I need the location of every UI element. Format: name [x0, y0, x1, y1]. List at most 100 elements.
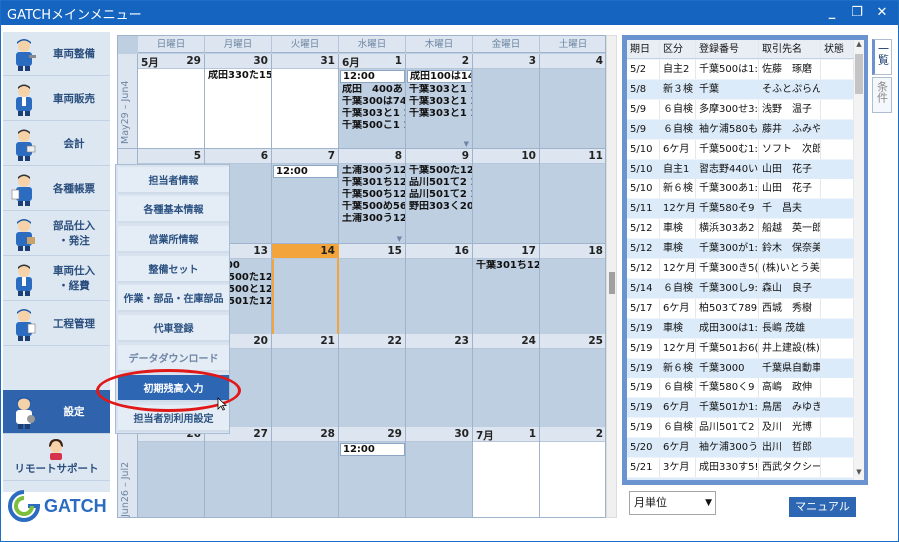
calendar-event[interactable]: 成田330た15 — [206, 70, 271, 82]
table-row[interactable]: 5/19 12ケ月 千葉501お6(井上建設(株) — [627, 338, 854, 358]
table-row[interactable]: 5/12 車検 千葉300が1: 鈴木 保奈美 — [627, 239, 854, 259]
sidebar-item-vehicle-maintenance[interactable]: 車両整備 — [3, 32, 110, 76]
calendar-day[interactable]: 3 — [473, 54, 540, 149]
table-row[interactable]: 5/9 ６自検 袖ケ浦580も 藤井 ふみや — [627, 119, 854, 139]
menu-item-work-parts-stock[interactable]: 作業・部品・在庫部品 — [118, 285, 229, 312]
calendar-day[interactable]: 7月 1 — [473, 427, 540, 517]
table-row[interactable]: 5/2 自主2 千葉500は1: 佐藤 琢磨 — [627, 60, 854, 79]
table-row[interactable]: 5/10 自主1 習志野440い 山田 花子 — [627, 159, 854, 179]
table-row[interactable]: 5/19 6ケ月 千葉501か1: 鳥居 みゆき — [627, 398, 854, 418]
calendar-event[interactable]: 千葉303と1 1 — [407, 96, 472, 108]
calendar-day[interactable]: 16 — [406, 244, 473, 339]
calendar-day[interactable]: 8 土浦300う12 千葉301ち12 千葉500ち12 千葉500め56 土浦300う… — [339, 149, 406, 244]
calendar-day[interactable]: 25 — [540, 334, 605, 429]
calendar-day[interactable]: 22 — [339, 334, 406, 429]
calendar-event[interactable]: 品川501て2 1 — [407, 189, 472, 201]
calendar-event[interactable]: 12:00 — [273, 165, 338, 178]
table-row[interactable]: 5/19 新６検 千葉3000 千葉県自動車 — [627, 358, 854, 378]
table-row[interactable]: 5/19 ６自検 品川501て2 及川 光博 — [627, 418, 854, 438]
calendar-event[interactable]: 野田303く20 — [407, 201, 472, 213]
sidebar-item-vehicle-sales[interactable]: 車両販売 — [3, 77, 110, 121]
calendar-day[interactable]: 2 成田100は14 千葉303と1 1 千葉303と1 1 千葉303と1 1 ▼ — [406, 54, 473, 149]
calendar-event[interactable]: 12:00 — [340, 443, 405, 456]
calendar-day[interactable]: 17 千葉301ち12 — [473, 244, 540, 339]
calendar-event[interactable]: 土浦300う12 — [340, 165, 405, 177]
calendar-day[interactable]: 9 千葉500た12 品川501て2 1 品川501て2 1 野田303く20 — [406, 149, 473, 244]
calendar-day[interactable]: 11 — [540, 149, 605, 244]
calendar-day[interactable]: 28 — [272, 427, 339, 517]
scroll-down-icon[interactable]: ▼ — [854, 468, 864, 480]
calendar-event[interactable]: 千葉303と1 1 — [340, 108, 405, 120]
calendar-scrollbar[interactable] — [606, 35, 617, 518]
calendar-event[interactable]: 品川501て2 1 — [407, 177, 472, 189]
sidebar-item-process[interactable]: 工程管理 — [3, 302, 110, 346]
calendar-event[interactable]: 千葉500ち12 — [340, 189, 405, 201]
close-button[interactable]: ✕ — [871, 3, 893, 23]
table-scrollbar[interactable]: ▲ ▼ — [854, 40, 864, 480]
column-header[interactable]: 登録番号 — [696, 40, 759, 58]
calendar-day[interactable]: 15 — [339, 244, 406, 339]
sidebar-item-remote-support[interactable]: リモートサポート — [3, 435, 110, 481]
column-header[interactable]: 期日 — [627, 40, 660, 58]
calendar-day[interactable]: 10 — [473, 149, 540, 244]
calendar-event[interactable]: 成田 400あ 4 — [340, 84, 405, 96]
calendar-event[interactable]: 12:00 — [340, 70, 405, 83]
calendar-event[interactable]: 千葉301ち12 — [474, 260, 539, 272]
sidebar-item-parts-order[interactable]: 部品仕入 ・発注 — [3, 212, 110, 256]
calendar-day-today[interactable]: 14 — [272, 244, 339, 339]
calendar-day[interactable]: 29 12:00 — [339, 427, 406, 517]
menu-item-loaner-car[interactable]: 代車登録 — [118, 315, 229, 342]
more-events-icon[interactable]: ▼ — [464, 140, 469, 148]
calendar-event[interactable]: 千葉303と1 1 — [407, 108, 472, 120]
table-row[interactable]: 5/213ケ月成田330い8(西武タクシー — [627, 477, 854, 480]
sidebar-item-ledgers[interactable]: 各種帳票 — [3, 167, 110, 211]
menu-item-basic-info[interactable]: 各種基本情報 — [118, 196, 229, 223]
table-row[interactable]: 5/14 ６自検 千葉300し9: 森山 良子 — [627, 278, 854, 298]
calendar-day[interactable]: 18 — [540, 244, 605, 339]
menu-item-data-download[interactable]: データダウンロード — [118, 345, 229, 372]
calendar-event[interactable]: 千葉303と1 1 — [407, 84, 472, 96]
scrollbar-thumb[interactable] — [609, 272, 615, 294]
calendar-event[interactable]: 成田100は14 — [407, 70, 472, 83]
calendar-day[interactable]: 2 — [540, 427, 605, 517]
column-header[interactable]: 取引先名 — [759, 40, 821, 58]
tab-list[interactable]: 一覧 — [872, 39, 892, 75]
more-events-icon[interactable]: ▼ — [397, 235, 402, 243]
menu-item-staff-info[interactable]: 担当者情報 — [118, 167, 229, 194]
calendar-day[interactable]: 30 成田330た15 — [205, 54, 272, 149]
sidebar-item-settings[interactable]: 設定 — [3, 390, 110, 434]
scrollbar-thumb[interactable] — [855, 54, 863, 94]
tab-condition[interactable]: 条件 — [872, 77, 892, 113]
calendar-event[interactable]: 千葉500た12 — [407, 165, 472, 177]
maximize-button[interactable]: ❐ — [846, 3, 868, 23]
calendar-event[interactable]: 千葉500め56 — [340, 201, 405, 213]
minimize-button[interactable]: _ — [821, 3, 843, 23]
table-row[interactable]: 5/8 新３検 千葉 そふとぷらん — [627, 79, 854, 99]
table-row[interactable]: 5/19 ６自検 千葉580く9 高嶋 政伸 — [627, 378, 854, 398]
table-row[interactable]: 5/12 12ケ月 千葉300き5((株)いとう美 — [627, 259, 854, 278]
table-row[interactable]: 5/9 ６自検 多摩300せ3: 浅野 温子 — [627, 99, 854, 119]
calendar-day[interactable]: 31 — [272, 54, 339, 149]
table-row[interactable]: 5/10 6ケ月 千葉500む1: ソフト 次郎 — [627, 139, 854, 159]
view-unit-select[interactable]: 月単位 ▼ — [629, 491, 716, 515]
calendar-day[interactable]: 21 — [272, 334, 339, 429]
calendar-day[interactable]: 6月1 12:00成田 400あ 4千葉300は74千葉303と1 1千葉500… — [339, 54, 406, 149]
calendar-day[interactable]: 23 — [406, 334, 473, 429]
table-row[interactable]: 5/21 3ケ月 成田330す5! 西武タクシー — [627, 458, 854, 477]
calendar-event[interactable]: 千葉300は74 — [340, 96, 405, 108]
menu-item-office-info[interactable]: 営業所情報 — [118, 226, 229, 253]
table-row[interactable]: 5/10 新６検 千葉300あ1: 山田 花子 — [627, 179, 854, 199]
manual-button[interactable]: マニュアル — [789, 497, 856, 517]
table-row[interactable]: 5/11 12ケ月 千葉580そ9 千 昌夫 — [627, 199, 854, 219]
column-header[interactable]: 状態 — [821, 40, 854, 58]
table-row[interactable]: 5/19 車検 成田300は1: 長嶋 茂雄 — [627, 318, 854, 338]
calendar-day[interactable]: 27 — [205, 427, 272, 517]
calendar-day[interactable]: 7 12:00 — [272, 149, 339, 244]
calendar-event[interactable]: 土浦300う12 — [340, 213, 405, 225]
calendar-day[interactable]: 30 — [406, 427, 473, 517]
calendar-day[interactable]: 4 — [540, 54, 605, 149]
menu-item-maintenance-set[interactable]: 整備セット — [118, 256, 229, 283]
calendar-day[interactable]: 26 — [138, 427, 205, 517]
column-header[interactable]: 区分 — [660, 40, 696, 58]
scroll-up-icon[interactable]: ▲ — [854, 40, 864, 52]
